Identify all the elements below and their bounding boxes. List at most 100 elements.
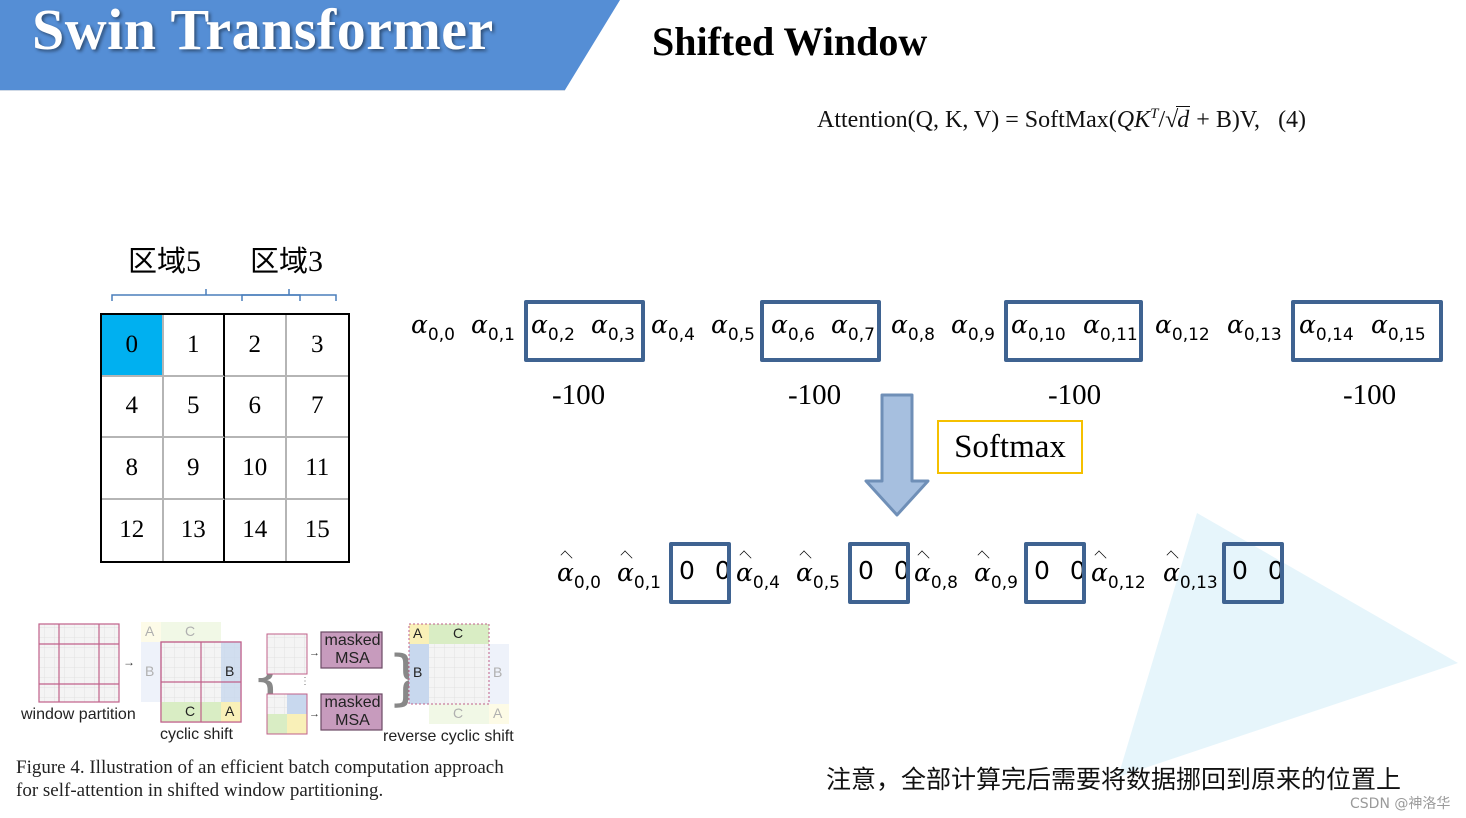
region-3-number: 3 [308, 245, 324, 278]
alpha-hat-item: α0,4 [736, 558, 780, 593]
grid-cell: 11 [286, 438, 348, 500]
msa-text-1: MSA [335, 650, 370, 667]
letter-c-reverse: C [453, 625, 464, 641]
alpha-item: α0,13 [1227, 310, 1282, 345]
grid-cell: 8 [102, 438, 164, 500]
alpha-subscript: 0,1 [487, 325, 515, 345]
alpha-subscript: 0,0 [427, 325, 455, 345]
alpha-symbol: α [1227, 310, 1244, 339]
alpha-subscript: 0,12 [1171, 325, 1210, 345]
letter-b-reverse-faded: B [493, 664, 503, 680]
grid-cell: 15 [286, 499, 348, 561]
letter-b-reverse: B [413, 664, 423, 680]
masked-pair-box [760, 300, 881, 362]
alpha-hat-symbol: α [557, 558, 574, 587]
mask-value: -100 [788, 379, 842, 411]
window-partition-diagram [38, 623, 120, 703]
reverse-cyclic-shift-label: reverse cyclic shift [383, 728, 514, 745]
msa-text-2: MSA [335, 712, 370, 729]
formula-equals: = [1005, 107, 1019, 133]
softmax-label: Softmax [954, 428, 1066, 465]
grid-cell: 12 [102, 499, 164, 561]
masked-pair-box [524, 300, 645, 362]
mask-value: -100 [552, 379, 606, 411]
alpha-hat-symbol: α [617, 558, 634, 587]
region-3-text: 区域 [250, 244, 309, 278]
mask-value: -100 [1048, 379, 1102, 411]
window-partition-label: window partition [21, 706, 136, 723]
alpha-hat-subscript: 0,4 [752, 573, 780, 593]
alpha-hat-item: α0,1 [617, 558, 661, 593]
alpha-symbol: α [411, 310, 428, 339]
grid-cell: 7 [286, 376, 348, 438]
figure-caption: Figure 4. Illustration of an efficient b… [16, 756, 536, 802]
watermark: CSDN @神洛华 [1350, 796, 1451, 812]
token-grid: 0 1 2 3 4 5 6 7 8 9 10 11 12 13 14 15 [100, 313, 350, 563]
ellipsis: ⋮ [300, 676, 310, 687]
brace-region-3 [241, 289, 337, 301]
alpha-hat-subscript: 0,5 [812, 573, 840, 593]
alpha-hat-item: α0,9 [974, 558, 1018, 593]
attention-formula: Attention(Q, K, V) = SoftMax(QKT/√d + B)… [817, 106, 1307, 133]
arrow-2: → [309, 647, 320, 659]
down-arrow-icon [864, 393, 930, 517]
grid-cell: 3 [286, 315, 348, 377]
grid-cell: 4 [102, 376, 164, 438]
arrow-3: → [309, 708, 320, 720]
alpha-hat-subscript: 0,8 [930, 573, 958, 593]
letter-c-reverse-faded: C [453, 705, 464, 721]
formula-rest: + B)V, [1196, 107, 1261, 133]
masked-msa-label-2: masked MSA [322, 694, 383, 730]
alpha-item: α0,9 [951, 310, 995, 345]
letter-c-faded: C [185, 623, 196, 639]
letter-b: B [225, 663, 235, 679]
region-3-label: 区域3 [250, 238, 323, 280]
masked-pair-box [1291, 300, 1443, 362]
alpha-symbol: α [891, 310, 908, 339]
masked-text-2: masked [324, 694, 381, 711]
alpha-subscript: 0,13 [1243, 325, 1282, 345]
letter-a-reverse: A [413, 625, 423, 641]
alpha-hat-subscript: 0,13 [1179, 573, 1218, 593]
alpha-hat-item: α0,0 [557, 558, 601, 593]
letter-a: A [225, 703, 235, 719]
mask-value: -100 [1343, 379, 1397, 411]
alpha-hat-item: α0,12 [1091, 558, 1146, 593]
region-5-number: 5 [186, 245, 202, 278]
alpha-symbol: α [711, 310, 728, 339]
masked-msa-label-1: masked MSA [322, 632, 383, 668]
grid-cell: 2 [225, 315, 287, 377]
letter-b-faded: B [145, 663, 155, 679]
alpha-subscript: 0,8 [907, 325, 935, 345]
alpha-item: α0,8 [891, 310, 935, 345]
alpha-hat-symbol: α [736, 558, 753, 587]
alpha-subscript: 0,5 [727, 325, 755, 345]
slide-title: Swin Transformer [32, 0, 494, 62]
alpha-symbol: α [1155, 310, 1172, 339]
grid-cell: 1 [163, 315, 225, 377]
zero-pair-box [669, 542, 731, 604]
alpha-item: α0,12 [1155, 310, 1210, 345]
alpha-hat-symbol: α [974, 558, 991, 587]
region-5-label: 区域5 [128, 238, 201, 280]
window-1 [266, 633, 308, 675]
region-braces [111, 289, 337, 301]
grid-cell: 13 [163, 499, 225, 561]
section-title: Shifted Window [652, 19, 928, 64]
formula-lhs: Attention(Q, K, V) [817, 107, 1000, 133]
grid-cell: 0 [102, 315, 164, 377]
alpha-symbol: α [951, 310, 968, 339]
caption-line-1: Figure 4. Illustration of an efficient b… [16, 757, 504, 778]
alpha-hat-symbol: α [1091, 558, 1108, 587]
alpha-item: α0,5 [711, 310, 755, 345]
zero-pair-box [1222, 542, 1284, 604]
alpha-hat-symbol: α [1163, 558, 1180, 587]
caption-line-2: for self-attention in shifted window par… [16, 780, 384, 801]
softmax-label-box: Softmax [937, 420, 1083, 474]
grid-cell: 10 [225, 438, 287, 500]
letter-a-reverse-faded: A [493, 705, 503, 721]
alpha-hat-subscript: 0,1 [633, 573, 661, 593]
alpha-item: α0,4 [651, 310, 695, 345]
cyclic-shift-label: cyclic shift [160, 726, 233, 743]
alpha-item: α0,1 [471, 310, 515, 345]
